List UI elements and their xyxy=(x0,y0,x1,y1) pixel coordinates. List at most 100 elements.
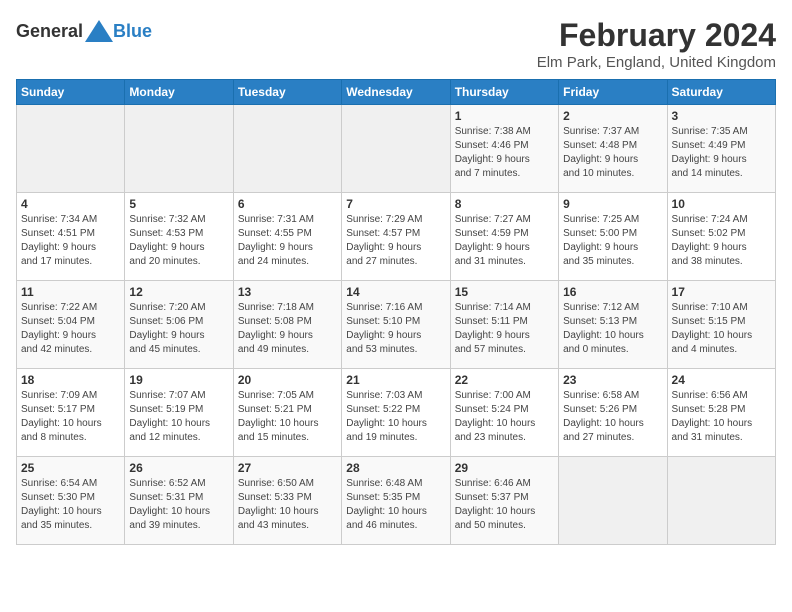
logo-text-blue: Blue xyxy=(113,21,152,42)
day-number: 1 xyxy=(455,109,554,123)
cell-content: Sunrise: 7:10 AM Sunset: 5:15 PM Dayligh… xyxy=(672,301,771,357)
calendar-cell xyxy=(17,105,125,193)
day-number: 13 xyxy=(238,285,337,299)
calendar-header: SundayMondayTuesdayWednesdayThursdayFrid… xyxy=(17,80,776,105)
calendar-cell: 15Sunrise: 7:14 AM Sunset: 5:11 PM Dayli… xyxy=(450,281,558,369)
day-number: 14 xyxy=(346,285,445,299)
cell-content: Sunrise: 6:54 AM Sunset: 5:30 PM Dayligh… xyxy=(21,477,120,533)
week-row-4: 18Sunrise: 7:09 AM Sunset: 5:17 PM Dayli… xyxy=(17,369,776,457)
header-day-monday: Monday xyxy=(125,80,233,105)
calendar-cell: 1 Sunrise: 7:38 AM Sunset: 4:46 PM Daylig… xyxy=(450,105,558,193)
cell-content: Sunrise: 7:29 AM Sunset: 4:57 PM Dayligh… xyxy=(346,213,445,269)
calendar-cell: 21 Sunrise: 7:03 AM Sunset: 5:22 PM Dayli… xyxy=(342,369,450,457)
header-day-wednesday: Wednesday xyxy=(342,80,450,105)
day-number: 22 xyxy=(455,373,554,387)
calendar-cell: 7 Sunrise: 7:29 AM Sunset: 4:57 PM Daylig… xyxy=(342,193,450,281)
cell-content: Sunrise: 7:24 AM Sunset: 5:02 PM Dayligh… xyxy=(672,213,771,269)
calendar-cell xyxy=(125,105,233,193)
header-day-thursday: Thursday xyxy=(450,80,558,105)
header-day-saturday: Saturday xyxy=(667,80,775,105)
day-number: 19 xyxy=(129,373,228,387)
day-number: 2 xyxy=(563,109,662,123)
calendar-cell: 28 Sunrise: 6:48 AM Sunset: 5:35 PM Dayli… xyxy=(342,457,450,545)
week-row-1: 1 Sunrise: 7:38 AM Sunset: 4:46 PM Daylig… xyxy=(17,105,776,193)
day-number: 21 xyxy=(346,373,445,387)
calendar-cell: 17 Sunrise: 7:10 AM Sunset: 5:15 PM Dayli… xyxy=(667,281,775,369)
cell-content: Sunrise: 7:07 AM Sunset: 5:19 PM Dayligh… xyxy=(129,389,228,445)
calendar-cell: 8 Sunrise: 7:27 AM Sunset: 4:59 PM Daylig… xyxy=(450,193,558,281)
cell-content: Sunrise: 7:12 AM Sunset: 5:13 PM Dayligh… xyxy=(563,301,662,357)
cell-content: Sunrise: 7:22 AM Sunset: 5:04 PM Dayligh… xyxy=(21,301,120,357)
cell-content: Sunrise: 7:18 AM Sunset: 5:08 PM Dayligh… xyxy=(238,301,337,357)
calendar-cell: 6 Sunrise: 7:31 AM Sunset: 4:55 PM Daylig… xyxy=(233,193,341,281)
cell-content: Sunrise: 7:03 AM Sunset: 5:22 PM Dayligh… xyxy=(346,389,445,445)
day-number: 8 xyxy=(455,197,554,211)
calendar-cell: 10 Sunrise: 7:24 AM Sunset: 5:02 PM Dayli… xyxy=(667,193,775,281)
calendar-cell: 24 Sunrise: 6:56 AM Sunset: 5:28 PM Dayli… xyxy=(667,369,775,457)
day-number: 5 xyxy=(129,197,228,211)
day-number: 20 xyxy=(238,373,337,387)
calendar-cell: 22 Sunrise: 7:00 AM Sunset: 5:24 PM Dayli… xyxy=(450,369,558,457)
cell-content: Sunrise: 7:16 AM Sunset: 5:10 PM Dayligh… xyxy=(346,301,445,357)
calendar-cell xyxy=(342,105,450,193)
calendar-cell: 19 Sunrise: 7:07 AM Sunset: 5:19 PM Dayli… xyxy=(125,369,233,457)
main-title: February 2024 xyxy=(537,16,776,54)
calendar-cell: 23Sunrise: 6:58 AM Sunset: 5:26 PM Dayli… xyxy=(559,369,667,457)
cell-content: Sunrise: 6:58 AM Sunset: 5:26 PM Dayligh… xyxy=(563,389,662,445)
week-row-2: 4 Sunrise: 7:34 AM Sunset: 4:51 PM Daylig… xyxy=(17,193,776,281)
subtitle: Elm Park, England, United Kingdom xyxy=(537,54,776,71)
cell-content: Sunrise: 7:20 AM Sunset: 5:06 PM Dayligh… xyxy=(129,301,228,357)
header-day-friday: Friday xyxy=(559,80,667,105)
day-number: 3 xyxy=(672,109,771,123)
day-number: 18 xyxy=(21,373,120,387)
cell-content: Sunrise: 6:50 AM Sunset: 5:33 PM Dayligh… xyxy=(238,477,337,533)
day-number: 4 xyxy=(21,197,120,211)
day-number: 6 xyxy=(238,197,337,211)
calendar-cell xyxy=(559,457,667,545)
day-number: 25 xyxy=(21,461,120,475)
day-number: 10 xyxy=(672,197,771,211)
calendar-cell: 13 Sunrise: 7:18 AM Sunset: 5:08 PM Dayli… xyxy=(233,281,341,369)
calendar-cell: 26 Sunrise: 6:52 AM Sunset: 5:31 PM Dayli… xyxy=(125,457,233,545)
cell-content: Sunrise: 7:38 AM Sunset: 4:46 PM Dayligh… xyxy=(455,125,554,181)
day-number: 7 xyxy=(346,197,445,211)
cell-content: Sunrise: 7:27 AM Sunset: 4:59 PM Dayligh… xyxy=(455,213,554,269)
day-number: 26 xyxy=(129,461,228,475)
cell-content: Sunrise: 7:35 AM Sunset: 4:49 PM Dayligh… xyxy=(672,125,771,181)
cell-content: Sunrise: 6:48 AM Sunset: 5:35 PM Dayligh… xyxy=(346,477,445,533)
calendar-cell xyxy=(233,105,341,193)
cell-content: Sunrise: 6:56 AM Sunset: 5:28 PM Dayligh… xyxy=(672,389,771,445)
cell-content: Sunrise: 6:46 AM Sunset: 5:37 PM Dayligh… xyxy=(455,477,554,533)
calendar-cell: 11 Sunrise: 7:22 AM Sunset: 5:04 PM Dayli… xyxy=(17,281,125,369)
day-number: 28 xyxy=(346,461,445,475)
calendar-cell: 29Sunrise: 6:46 AM Sunset: 5:37 PM Dayli… xyxy=(450,457,558,545)
cell-content: Sunrise: 7:00 AM Sunset: 5:24 PM Dayligh… xyxy=(455,389,554,445)
calendar-body: 1 Sunrise: 7:38 AM Sunset: 4:46 PM Daylig… xyxy=(17,105,776,545)
logo-icon xyxy=(85,20,113,42)
calendar-cell: 5Sunrise: 7:32 AM Sunset: 4:53 PM Daylig… xyxy=(125,193,233,281)
day-number: 27 xyxy=(238,461,337,475)
day-number: 16 xyxy=(563,285,662,299)
cell-content: Sunrise: 7:31 AM Sunset: 4:55 PM Dayligh… xyxy=(238,213,337,269)
cell-content: Sunrise: 6:52 AM Sunset: 5:31 PM Dayligh… xyxy=(129,477,228,533)
week-row-3: 11 Sunrise: 7:22 AM Sunset: 5:04 PM Dayli… xyxy=(17,281,776,369)
calendar-cell: 3 Sunrise: 7:35 AM Sunset: 4:49 PM Daylig… xyxy=(667,105,775,193)
calendar-cell: 27 Sunrise: 6:50 AM Sunset: 5:33 PM Dayli… xyxy=(233,457,341,545)
day-number: 11 xyxy=(21,285,120,299)
header-day-sunday: Sunday xyxy=(17,80,125,105)
calendar-cell: 18Sunrise: 7:09 AM Sunset: 5:17 PM Dayli… xyxy=(17,369,125,457)
day-number: 12 xyxy=(129,285,228,299)
header-day-tuesday: Tuesday xyxy=(233,80,341,105)
calendar-table: SundayMondayTuesdayWednesdayThursdayFrid… xyxy=(16,79,776,545)
calendar-cell: 25 Sunrise: 6:54 AM Sunset: 5:30 PM Dayli… xyxy=(17,457,125,545)
cell-content: Sunrise: 7:34 AM Sunset: 4:51 PM Dayligh… xyxy=(21,213,120,269)
cell-content: Sunrise: 7:25 AM Sunset: 5:00 PM Dayligh… xyxy=(563,213,662,269)
day-number: 9 xyxy=(563,197,662,211)
cell-content: Sunrise: 7:37 AM Sunset: 4:48 PM Dayligh… xyxy=(563,125,662,181)
calendar-cell: 4 Sunrise: 7:34 AM Sunset: 4:51 PM Daylig… xyxy=(17,193,125,281)
calendar-cell: 9 Sunrise: 7:25 AM Sunset: 5:00 PM Daylig… xyxy=(559,193,667,281)
calendar-cell: 16 Sunrise: 7:12 AM Sunset: 5:13 PM Dayli… xyxy=(559,281,667,369)
day-number: 17 xyxy=(672,285,771,299)
day-number: 24 xyxy=(672,373,771,387)
cell-content: Sunrise: 7:05 AM Sunset: 5:21 PM Dayligh… xyxy=(238,389,337,445)
